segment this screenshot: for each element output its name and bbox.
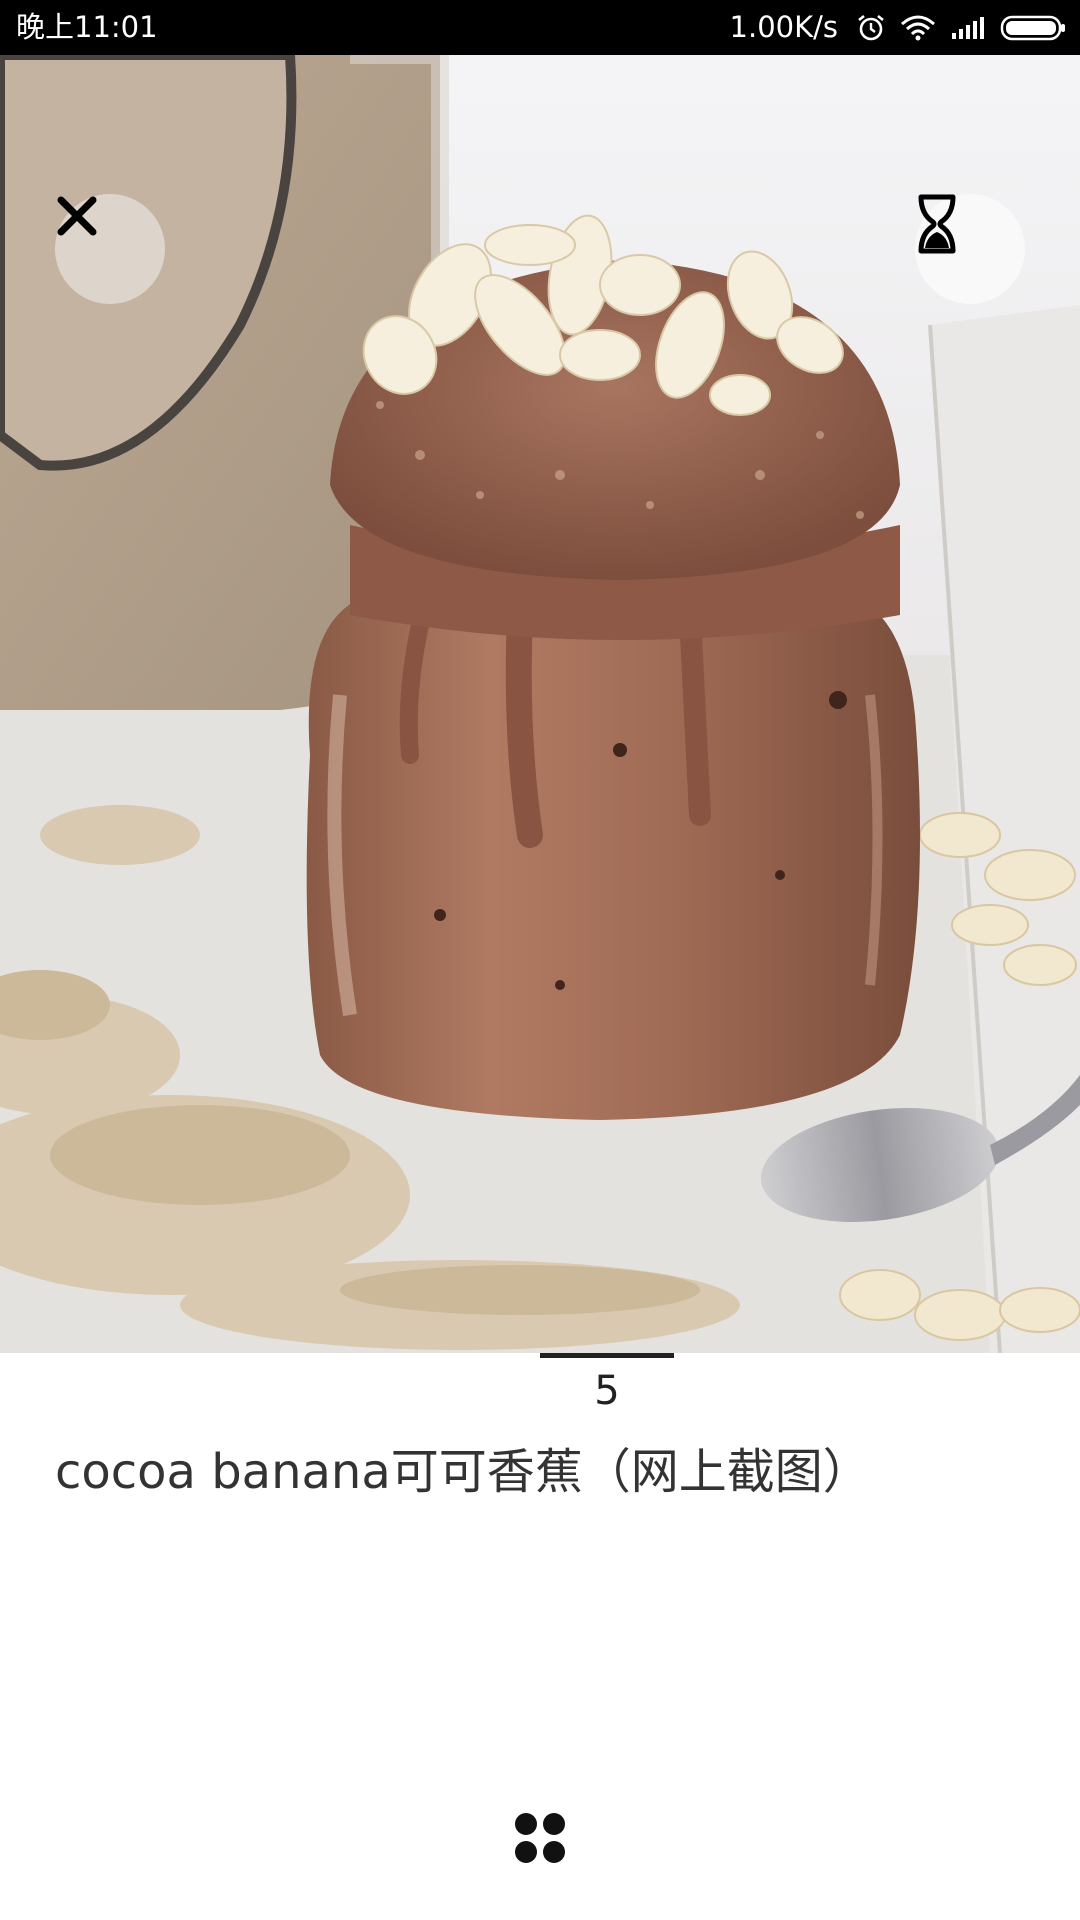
photo-caption: cocoa banana可可香蕉（网上截图） bbox=[55, 1444, 871, 1500]
network-speed: 1.00K/s bbox=[729, 10, 838, 44]
page-number: 5 bbox=[594, 1368, 620, 1414]
photo-viewer-screen: 晚上11:01 1.00K/s 5 cocoa banana可可香蕉（网上截图） bbox=[0, 0, 1080, 1920]
timer-button[interactable] bbox=[915, 194, 1025, 304]
status-indicators: 1.00K/s bbox=[730, 0, 1068, 55]
grid-view-button[interactable] bbox=[500, 1800, 580, 1880]
recipe-photo[interactable] bbox=[0, 55, 1080, 1353]
battery-icon bbox=[1000, 14, 1068, 42]
wifi-icon bbox=[900, 14, 936, 42]
alarm-icon bbox=[856, 13, 886, 43]
signal-icon bbox=[950, 15, 986, 41]
status-bar: 晚上11:01 1.00K/s bbox=[0, 0, 1080, 55]
status-time: 晚上11:01 bbox=[16, 10, 158, 44]
grid-icon bbox=[510, 1808, 570, 1872]
close-button[interactable] bbox=[55, 194, 165, 304]
page-indicator-line bbox=[540, 1353, 674, 1358]
